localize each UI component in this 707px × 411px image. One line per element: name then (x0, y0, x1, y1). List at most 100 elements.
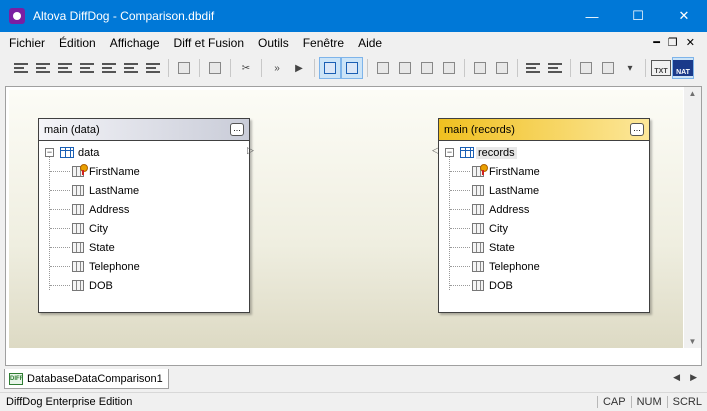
column-row[interactable]: DOB (439, 276, 649, 295)
minimize-button[interactable]: — (569, 0, 615, 32)
nat-icon: NAT (673, 60, 693, 76)
mdi-close-button[interactable]: ✕ (686, 36, 695, 49)
toolbar-separator (645, 59, 646, 77)
column-name: FirstName (89, 165, 140, 178)
column-row[interactable]: State (39, 238, 249, 257)
tab-scroll-right-icon[interactable]: ▶ (690, 372, 697, 383)
tree-connector (50, 285, 70, 286)
compare-data-button[interactable] (142, 57, 164, 79)
column-row[interactable]: LastName (439, 181, 649, 200)
title-bar: Altova DiffDog - Comparison.dbdif — ☐ ✕ (0, 0, 707, 32)
left-connector-icon[interactable]: ▷ (247, 145, 254, 156)
layout-horizontal-button[interactable] (319, 57, 341, 79)
menu-outils[interactable]: Outils (251, 36, 296, 50)
column-name: Telephone (89, 260, 140, 273)
maximize-button[interactable]: ☐ (615, 0, 661, 32)
table-row[interactable]: − records (439, 143, 649, 162)
column-row[interactable]: FirstName (39, 162, 249, 181)
toolbar-separator (570, 59, 571, 77)
last-diff-button[interactable] (438, 57, 460, 79)
menu-fenetre[interactable]: Fenêtre (296, 36, 351, 50)
tree-connector (450, 209, 470, 210)
left-more-button[interactable]: ... (230, 123, 244, 136)
prev-diff-button[interactable] (394, 57, 416, 79)
column-row[interactable]: LastName (39, 181, 249, 200)
menu-diff-et-fusion[interactable]: Diff et Fusion (167, 36, 251, 50)
scroll-down-icon[interactable]: ▼ (689, 337, 697, 346)
column-row[interactable]: City (39, 219, 249, 238)
menu-fichier[interactable]: Fichier (0, 36, 52, 50)
column-row[interactable]: FirstName (439, 162, 649, 181)
column-icon (72, 185, 84, 196)
collapse-button[interactable] (491, 57, 513, 79)
compare-database-button[interactable] (120, 57, 142, 79)
tree-connector (50, 247, 70, 248)
column-icon (72, 280, 84, 291)
column-row[interactable]: State (439, 238, 649, 257)
edit-icon (209, 62, 221, 74)
collapse-icon[interactable]: − (445, 148, 454, 157)
mdi-minimize-button[interactable]: ━ (653, 36, 660, 49)
column-row[interactable]: Address (439, 200, 649, 219)
right-more-button[interactable]: ... (630, 123, 644, 136)
left-table-title: main (data) (44, 123, 100, 136)
close-button[interactable]: ✕ (661, 0, 707, 32)
merge-left-icon (526, 63, 540, 73)
tab-scroll-left-icon[interactable]: ◀ (673, 372, 680, 383)
column-row[interactable]: DOB (39, 276, 249, 295)
more-options-button[interactable]: » (266, 57, 288, 79)
compare-directories-button[interactable] (32, 57, 54, 79)
column-icon (72, 242, 84, 253)
compare-schema-button[interactable] (76, 57, 98, 79)
dropdown-arrow[interactable]: ▾ (619, 57, 641, 79)
column-row[interactable]: Address (39, 200, 249, 219)
table-row[interactable]: − data (39, 143, 249, 162)
column-row[interactable]: City (439, 219, 649, 238)
tree-connector (450, 190, 470, 191)
collapse-icon[interactable]: − (45, 148, 54, 157)
expand-icon (474, 62, 486, 74)
data-icon (146, 63, 160, 73)
toolbar-separator (517, 59, 518, 77)
layout-vertical-button[interactable] (341, 57, 363, 79)
compare-text-button[interactable] (10, 57, 32, 79)
left-table-tree: − data FirstName LastName Address City S… (39, 141, 249, 295)
merge-left-button[interactable] (522, 57, 544, 79)
first-diff-button[interactable] (372, 57, 394, 79)
export-dropdown-button[interactable] (597, 57, 619, 79)
menu-edition[interactable]: Édition (52, 36, 103, 50)
column-icon (472, 185, 484, 196)
start-comparison-button[interactable] (173, 57, 195, 79)
column-row[interactable]: Telephone (439, 257, 649, 276)
column-row[interactable]: Telephone (39, 257, 249, 276)
column-name: DOB (89, 279, 113, 292)
cut-button[interactable]: ✂ (235, 57, 257, 79)
expand-button[interactable] (469, 57, 491, 79)
left-table-component[interactable]: main (data) ... − data FirstName LastNam… (38, 118, 250, 313)
compare-word-button[interactable] (98, 57, 120, 79)
merge-right-button[interactable] (544, 57, 566, 79)
edit-button[interactable] (204, 57, 226, 79)
text-mode-button[interactable]: TXT (650, 57, 672, 79)
export-button[interactable] (575, 57, 597, 79)
tab-label: DatabaseDataComparison1 (27, 372, 163, 385)
table-name: data (78, 146, 100, 159)
column-name: State (89, 241, 115, 254)
mdi-restore-button[interactable]: ❐ (668, 36, 678, 49)
column-icon (72, 261, 84, 272)
directory-icon (36, 63, 50, 73)
compare-xml-button[interactable] (54, 57, 76, 79)
menu-aide[interactable]: Aide (351, 36, 389, 50)
vertical-scrollbar[interactable]: ▲ ▼ (684, 87, 701, 348)
play-button[interactable]: ▶ (288, 57, 310, 79)
right-table-component[interactable]: main (records) ... − records FirstName L… (438, 118, 650, 313)
menu-affichage[interactable]: Affichage (103, 36, 167, 50)
tab-navigation: ◀ ▶ (673, 372, 697, 383)
tab-database-data-comparison[interactable]: DIFF DatabaseDataComparison1 (4, 369, 169, 389)
next-diff-button[interactable] (416, 57, 438, 79)
caps-lock-indicator: CAP (596, 396, 631, 408)
compare-icon (178, 62, 190, 74)
tree-connector (50, 266, 70, 267)
native-mode-button[interactable]: NAT (672, 57, 694, 79)
scroll-up-icon[interactable]: ▲ (689, 89, 697, 98)
